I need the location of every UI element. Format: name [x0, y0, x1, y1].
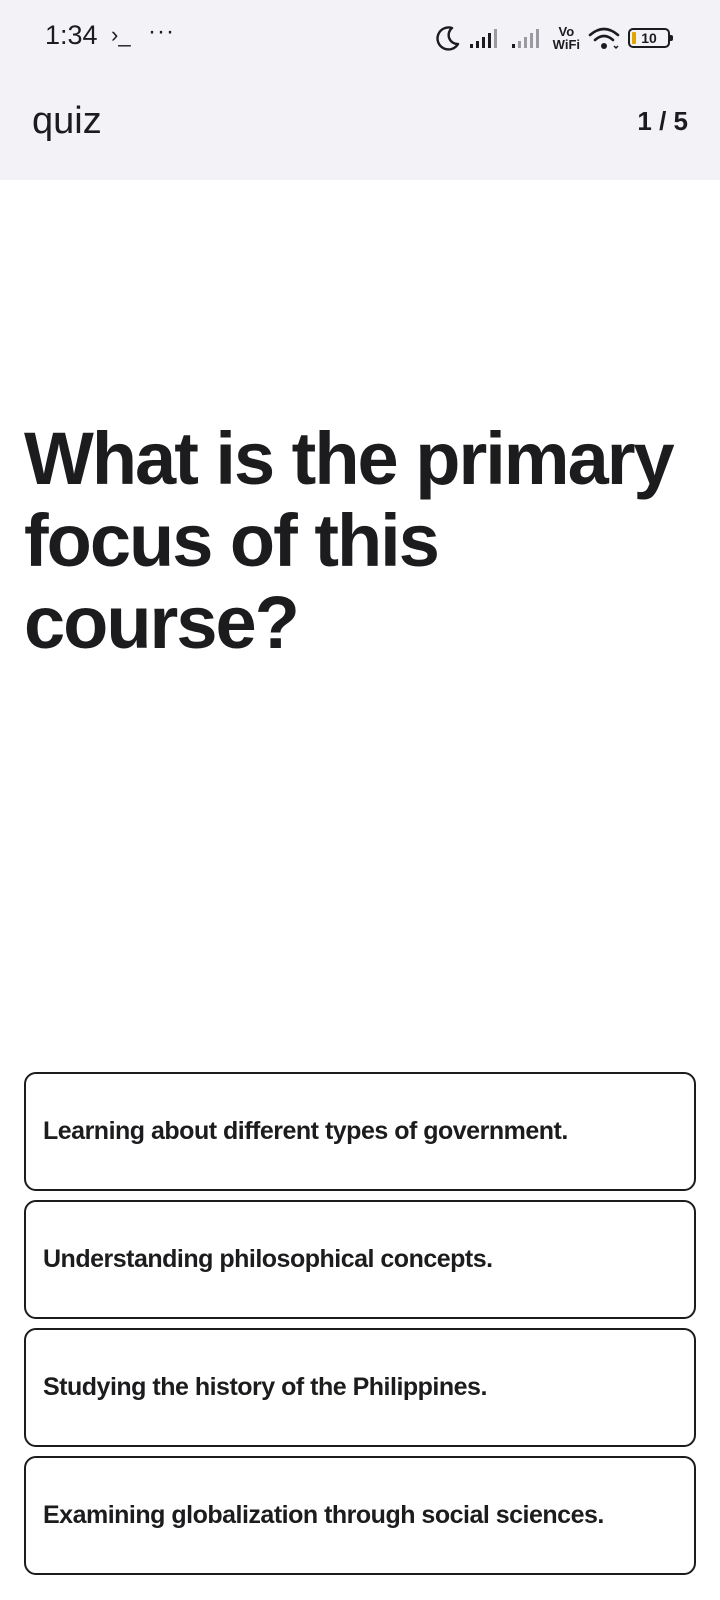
- answer-option[interactable]: Examining globalization through social s…: [24, 1456, 696, 1575]
- status-bar: 1:34 ›_ ··· Vo WiFi 10: [0, 0, 720, 78]
- signal-icon: [469, 29, 497, 48]
- answer-option[interactable]: Studying the history of the Philippines.: [24, 1328, 696, 1447]
- page-title: quiz: [32, 100, 102, 142]
- battery-icon: 10: [628, 28, 673, 48]
- answer-option-label: Studying the history of the Philippines.: [43, 1373, 487, 1401]
- status-icons: Vo WiFi 10: [435, 20, 673, 56]
- question-text: What is the primary focus of this course…: [24, 417, 675, 664]
- more-dots-icon: ···: [148, 18, 175, 45]
- answer-option[interactable]: Learning about different types of govern…: [24, 1072, 696, 1191]
- question-progress: 1 / 5: [637, 106, 688, 136]
- answer-options: Learning about different types of govern…: [24, 1072, 696, 1584]
- vowifi-bottom: WiFi: [552, 37, 580, 52]
- wifi-icon: [588, 27, 620, 50]
- answer-option-label: Examining globalization through social s…: [43, 1501, 604, 1529]
- terminal-prompt-icon: ›_: [111, 22, 131, 47]
- signal-icon: [511, 29, 539, 48]
- app-bar: quiz 1 / 5: [0, 78, 720, 180]
- moon-icon: [436, 26, 459, 51]
- answer-option-label: Understanding philosophical concepts.: [43, 1245, 493, 1273]
- vowifi-icon: Vo WiFi: [553, 25, 580, 51]
- status-time: 1:34: [45, 20, 98, 50]
- answer-option-label: Learning about different types of govern…: [43, 1117, 568, 1145]
- answer-option[interactable]: Understanding philosophical concepts.: [24, 1200, 696, 1319]
